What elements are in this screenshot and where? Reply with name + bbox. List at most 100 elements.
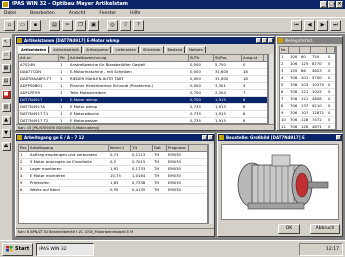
paste-icon[interactable]: ▣ [88, 19, 99, 31]
table-row[interactable]: ADFPS6B01 1 Planner Hinterbremse Schraub (… [19, 83, 267, 90]
table-row[interactable]: 4 706 101 5700 0 [280, 75, 335, 82]
window-icon [278, 38, 283, 43]
table-row[interactable]: 9 706 107 12871 0 [280, 110, 335, 117]
table-row[interactable]: 3 155 86 4823 0 [280, 68, 335, 75]
menu-edit[interactable]: Bearbeiten [30, 11, 55, 16]
tab-artikeldaten[interactable]: Artikeldaten [18, 46, 50, 53]
table-row[interactable]: 7 706 121 4808 0 [280, 96, 335, 103]
column-header[interactable]: T/t [131, 145, 153, 151]
open-icon[interactable]: ▭ [17, 19, 28, 31]
table-row[interactable]: DA8TMAA8FS FT 1 RIEDER MAHLEN AUTO TAKT 0,0… [19, 76, 267, 83]
column-header[interactable] [300, 47, 311, 53]
table-row[interactable]: 10 706 128 7472 0 [280, 117, 335, 124]
table-cell: 18 [243, 69, 248, 74]
column-header[interactable]: Sl/Tk [189, 55, 214, 61]
exit-icon[interactable]: ⏏ [1, 142, 11, 151]
column-header[interactable]: Kennr.1 [109, 145, 131, 151]
column-header[interactable]: Dat [153, 145, 167, 151]
column-header[interactable]: St/Pos [214, 55, 242, 61]
table-row[interactable]: 2 106 125 8770 0 [280, 61, 335, 68]
table-row[interactable]: 3 Lager montieren 1,92 0,1733 TH EM030 [19, 166, 207, 173]
vertical-scrollbar[interactable] [336, 46, 341, 130]
note-icon[interactable]: ▤ [1, 77, 11, 86]
column-header[interactable]: Pb [59, 55, 69, 61]
table-row[interactable]: 6 706 121 1025 0 [280, 89, 335, 96]
ok-button[interactable]: OK [278, 224, 300, 234]
table-row[interactable]: 2 5 Motor anbringen an Einzelteile 0,2 0,70… [19, 159, 207, 166]
table-row[interactable]: DA877CDN 1 E-Motormaschine - mit Scheiben 0… [19, 69, 267, 76]
table-cell: 706 [290, 89, 298, 94]
first-icon[interactable]: ⏮ [291, 19, 302, 31]
start-button[interactable]: Start [2, 242, 34, 256]
taskbar-item-ipas[interactable]: IPAS WIN 32 [36, 242, 95, 256]
save-icon[interactable]: ▪ [30, 19, 41, 31]
tab-lieferanten[interactable]: Lieferanten [112, 46, 139, 53]
down-icon[interactable]: ▼ [1, 129, 11, 138]
window-close-button[interactable] [268, 38, 273, 43]
vertical-scrollbar[interactable] [208, 144, 213, 224]
table-row[interactable]: 6 Werks auf Band 0,55 0,4135 TH EM030 [19, 187, 207, 194]
find-icon[interactable]: ◎ [107, 19, 118, 31]
last-icon[interactable]: ⏭ [330, 19, 341, 31]
table-row[interactable]: A7024N 1 Anstreßweiche für Blasebelüfter G… [19, 62, 267, 69]
menu-view[interactable]: Ansicht [69, 11, 86, 16]
table-cell: 8 [243, 97, 246, 102]
grid-icon[interactable]: ▦ [1, 64, 11, 73]
table-row[interactable]: 4 E Motor montieren 10,75 1,0164 TH EM030 [19, 173, 207, 180]
table-cell: 3 [281, 68, 284, 73]
menu-help[interactable]: Hilfe [130, 11, 140, 16]
table-row[interactable]: 1 100 60 750 0 [280, 54, 335, 61]
window-minimize-button[interactable] [202, 135, 207, 140]
tab-artikelstatistik[interactable]: Artikelstatistik [50, 46, 82, 53]
clip-icon[interactable]: ▱ [1, 51, 11, 60]
print-icon[interactable]: ▤ [49, 19, 60, 31]
column-header[interactable]: Arbeitsgang [29, 145, 109, 151]
table-cell: 128 [301, 117, 309, 122]
window-close-button[interactable] [208, 135, 213, 140]
column-header[interactable]: Ausg.st [242, 55, 264, 61]
close-button[interactable]: × [336, 1, 343, 8]
table-row[interactable]: 5 Prüfstufen 1,83 0,7338 TH EM030 [19, 180, 207, 187]
new-icon[interactable]: ▫ [4, 19, 15, 31]
menu-file[interactable]: Datei [4, 11, 16, 16]
table-row[interactable]: 5 706 103 10370 0 [280, 82, 335, 89]
table-row[interactable]: 8 706 137 9210 0 [280, 103, 335, 110]
window-minimize-button[interactable] [256, 38, 261, 43]
window-close-button[interactable] [336, 135, 341, 140]
tab-artikelpreise[interactable]: Artikelpreise [82, 46, 112, 53]
table-row[interactable]: DAT7N4917 1 E-Motor wkmp 0,700 1,915 8 [19, 97, 267, 104]
chart-icon[interactable]: ▥ [1, 103, 11, 112]
table-row[interactable]: 11 706 126 4871 0 [280, 124, 335, 129]
column-header[interactable]: Prognose [167, 145, 189, 151]
table-row[interactable]: DAT7N4917A 1 E Motor wkmp 0,735 1,915 8 [19, 104, 267, 111]
table-cell: 706 [290, 82, 298, 87]
window-maximize-button[interactable] [262, 38, 267, 43]
tab-notizen[interactable]: Notizen [186, 46, 206, 53]
filter-icon[interactable]: ▽ [120, 19, 131, 31]
arrow-icon[interactable]: ↖ [1, 38, 11, 47]
column-header[interactable]: Artikelbezeichnung [69, 55, 189, 61]
maximize-button[interactable]: □ [328, 1, 335, 8]
column-header[interactable] [289, 47, 300, 53]
menu-window[interactable]: Fenster [99, 11, 116, 16]
table-row[interactable]: DAT7N4917 T1 1 E Motorwäsche 0,735 1,915 8 [19, 111, 267, 118]
prev-icon[interactable]: ◀ [304, 19, 315, 31]
minimize-button[interactable]: _ [320, 1, 327, 8]
column-header[interactable] [327, 47, 335, 53]
up-icon[interactable]: ▲ [1, 116, 11, 125]
column-header[interactable]: Art.nr. [19, 55, 59, 61]
column-header[interactable]: Nr. [280, 47, 289, 53]
column-header[interactable]: Pos [19, 145, 29, 151]
cancel-button[interactable]: Abbruch [310, 224, 340, 234]
cut-icon[interactable]: ✂ [62, 19, 73, 31]
next-icon[interactable]: ▶ [317, 19, 328, 31]
vertical-scrollbar[interactable] [268, 54, 273, 124]
table-row[interactable]: ADFCRT99 1 Teile Motoscheiben 0,700 2,304 7 [19, 90, 267, 97]
tab-stueckliste[interactable]: Stückliste [139, 46, 164, 53]
stop-icon[interactable]: ■ [1, 90, 11, 99]
copy-icon[interactable]: ❐ [75, 19, 86, 31]
help-icon[interactable]: ? [133, 19, 144, 31]
column-header[interactable] [311, 47, 327, 53]
table-row[interactable]: 1 Auftrag empfangen und verbunden 0,71 0,11… [19, 152, 207, 159]
tab-bestand[interactable]: Bestand [164, 46, 186, 53]
